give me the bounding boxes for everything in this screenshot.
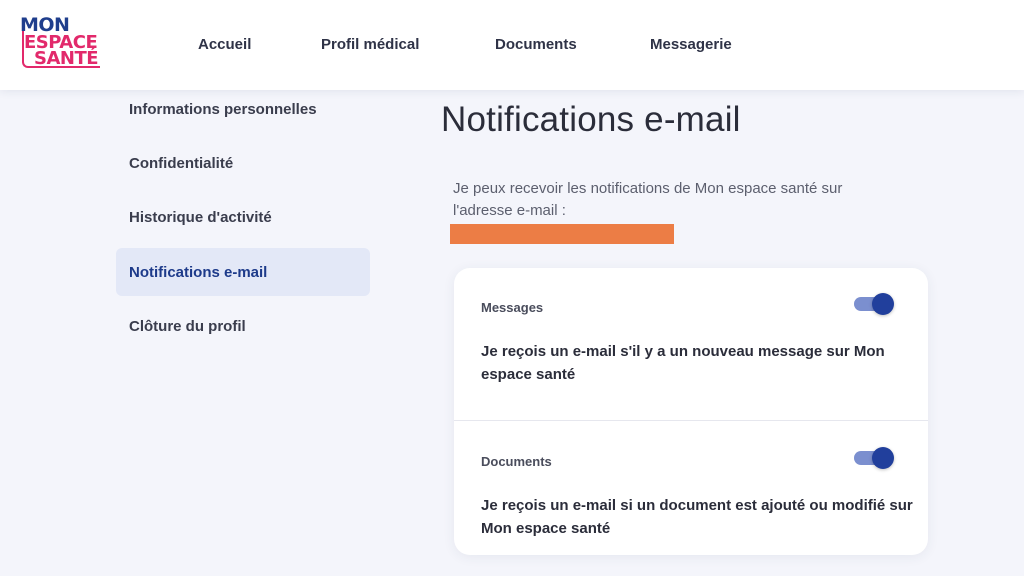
- notification-settings-card: Messages Je reçois un e-mail s'il y a un…: [454, 268, 928, 555]
- sidebar-item-cloture[interactable]: Clôture du profil: [116, 302, 370, 350]
- sidebar-item-informations-personnelles[interactable]: Informations personnelles: [116, 85, 370, 133]
- toggle-knob: [872, 447, 894, 469]
- sidebar-item-label: Notifications e-mail: [129, 263, 268, 281]
- main-nav: Accueil Profil médical Documents Message…: [0, 0, 1024, 90]
- documents-toggle[interactable]: [852, 446, 896, 470]
- sidebar-item-notifications[interactable]: Notifications e-mail: [116, 248, 370, 296]
- messages-description: Je reçois un e-mail s'il y a un nouveau …: [481, 343, 885, 383]
- documents-description: Je reçois un e-mail si un document est a…: [481, 497, 913, 537]
- messages-label: Messages: [481, 300, 544, 315]
- intro-text: Je peux recevoir les notifications de Mo…: [453, 180, 843, 219]
- top-header: MON ESPACE SANTÉ Accueil Profil médical …: [0, 0, 1024, 90]
- sidebar-item-confidentialite[interactable]: Confidentialité: [116, 139, 370, 187]
- nav-documents[interactable]: Documents: [495, 36, 577, 53]
- sidebar-item-label: Historique d'activité: [129, 208, 272, 226]
- sidebar-item-label: Confidentialité: [129, 154, 234, 172]
- documents-label: Documents: [481, 454, 552, 469]
- sidebar-item-label: Clôture du profil: [129, 317, 246, 335]
- card-divider: [454, 420, 928, 421]
- email-redacted-bar: [450, 224, 674, 244]
- nav-messagerie[interactable]: Messagerie: [650, 36, 732, 53]
- messages-toggle[interactable]: [852, 292, 896, 316]
- page-title: Notifications e-mail: [441, 100, 741, 139]
- nav-accueil[interactable]: Accueil: [198, 36, 251, 53]
- sidebar-item-label: Informations personnelles: [129, 100, 317, 118]
- nav-profil-medical[interactable]: Profil médical: [321, 36, 419, 53]
- toggle-knob: [872, 293, 894, 315]
- sidebar-item-historique[interactable]: Historique d'activité: [116, 193, 370, 241]
